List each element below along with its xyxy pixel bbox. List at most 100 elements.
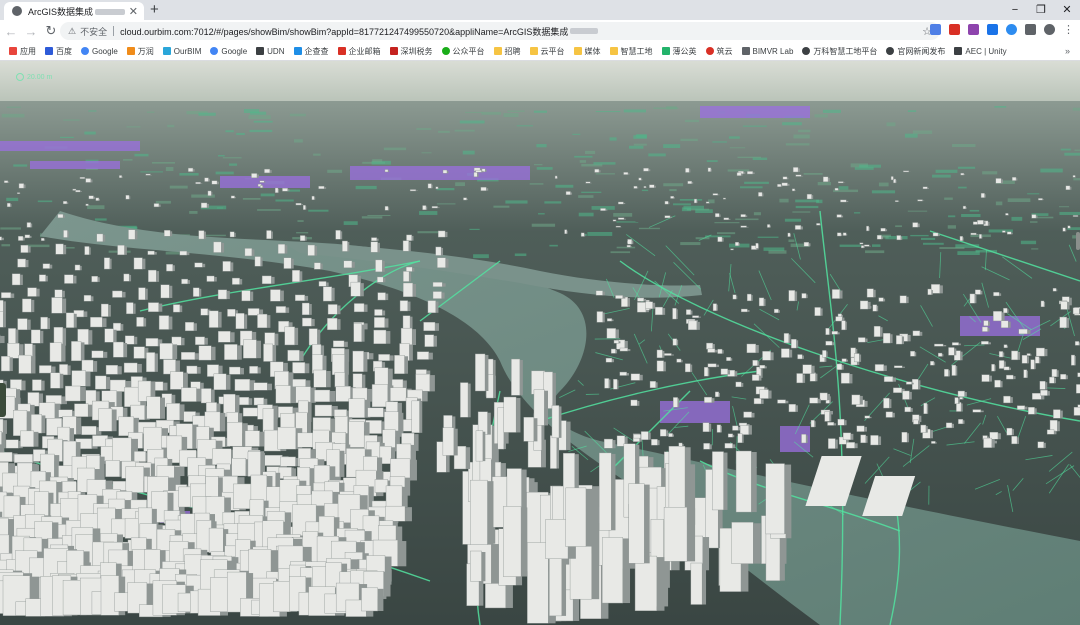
bookmark-label: 云平台 xyxy=(540,46,565,56)
building xyxy=(704,367,710,377)
bookmark-0[interactable]: 应用 xyxy=(9,46,36,57)
bookmark-18[interactable]: 万科智慧工地平台 xyxy=(802,46,877,57)
building xyxy=(824,411,832,422)
reload-button[interactable]: ↻ xyxy=(42,23,60,39)
scale-label: 20.00 m xyxy=(27,73,53,81)
building xyxy=(253,382,272,391)
building xyxy=(32,379,45,391)
building xyxy=(442,427,458,456)
extension-badge-icon[interactable] xyxy=(930,24,941,35)
bookmark-3[interactable]: 万润 xyxy=(126,46,154,57)
building xyxy=(373,329,391,344)
bookmark-9[interactable]: 深圳税务 xyxy=(389,46,433,57)
map-3d-viewport[interactable] xyxy=(0,61,1080,625)
building xyxy=(656,360,666,372)
bookmark-12[interactable]: 云平台 xyxy=(529,46,565,57)
minimize-button[interactable]: − xyxy=(1002,0,1028,20)
vegetation-patch xyxy=(792,211,811,213)
vegetation-patch xyxy=(531,223,556,227)
vegetation-patch xyxy=(593,162,616,165)
building xyxy=(244,430,265,447)
building xyxy=(814,307,823,316)
vegetation-patch xyxy=(595,111,621,113)
puzzle-icon[interactable] xyxy=(1025,24,1036,35)
building xyxy=(503,396,521,433)
building xyxy=(819,392,831,401)
bookmark-4[interactable]: OurBIM xyxy=(162,47,201,56)
building xyxy=(287,349,304,362)
purple-extension-icon[interactable] xyxy=(968,24,979,35)
building xyxy=(860,434,868,444)
browser-menu-icon[interactable]: ⋮ xyxy=(1063,23,1074,36)
vegetation-patch xyxy=(1027,193,1040,195)
scrollbar-thumb[interactable] xyxy=(1076,232,1080,250)
tab-arcgis[interactable]: ArcGIS数据集成 ✕ xyxy=(4,2,144,20)
building xyxy=(185,322,197,332)
profile-avatar-icon[interactable] xyxy=(1044,24,1055,35)
bookmark-10[interactable]: 公众平台 xyxy=(441,46,485,57)
building xyxy=(353,323,365,342)
building xyxy=(788,404,798,413)
side-panel-handle[interactable] xyxy=(0,383,6,417)
close-window-button[interactable]: ✕ xyxy=(1054,0,1080,20)
bookmark-15[interactable]: 薄公英 xyxy=(661,46,697,57)
bookmark-13[interactable]: 媒体 xyxy=(573,46,601,57)
building xyxy=(98,408,117,432)
vegetation-patch xyxy=(641,189,649,192)
vegetation-patch xyxy=(739,186,763,189)
bookmark-2[interactable]: Google xyxy=(81,47,118,56)
building xyxy=(944,369,950,377)
bookmark-1[interactable]: 百度 xyxy=(45,46,72,57)
building xyxy=(840,372,853,384)
building xyxy=(842,432,854,440)
vegetation-patch xyxy=(293,139,303,143)
restore-button[interactable]: ❐ xyxy=(1028,0,1054,20)
bookmark-19[interactable]: 官网新闻发布 xyxy=(886,46,945,57)
building xyxy=(257,313,271,329)
url-text[interactable]: cloud.ourbim.com:7012/#/pages/showBim/sh… xyxy=(120,25,568,38)
udn-shield-icon xyxy=(256,47,265,55)
vegetation-patch xyxy=(507,110,525,112)
vegetation-patch xyxy=(1,113,25,118)
vegetation-patch xyxy=(1,244,11,247)
building xyxy=(217,289,230,300)
vegetation-patch xyxy=(595,173,615,175)
city-scene[interactable] xyxy=(0,61,1080,625)
warning-icon[interactable]: ⚠ xyxy=(68,26,76,37)
bookmark-6[interactable]: UDN xyxy=(256,47,285,56)
building xyxy=(427,300,439,314)
security-label[interactable]: 不安全 xyxy=(80,25,107,38)
folder-icon xyxy=(529,47,538,55)
blue-square-extension-icon[interactable] xyxy=(987,24,998,35)
new-tab-button[interactable]: + xyxy=(150,2,159,18)
bookmark-7[interactable]: 企查查 xyxy=(293,46,329,57)
bookmark-8[interactable]: 企业邮箱 xyxy=(337,46,381,57)
vegetation-patch xyxy=(885,236,908,240)
bookmark-17[interactable]: BIMVR Lab xyxy=(741,47,793,56)
building xyxy=(1059,316,1070,328)
bookmark-14[interactable]: 智慧工地 xyxy=(609,46,653,57)
building xyxy=(374,317,389,328)
bookmark-20[interactable]: AEC | Unity xyxy=(954,47,1007,56)
vegetation-patch xyxy=(308,209,329,212)
bookmarks-more-button[interactable]: » xyxy=(1065,46,1070,56)
vegetation-patch xyxy=(969,209,980,212)
building xyxy=(226,422,248,447)
tab-close-icon[interactable]: ✕ xyxy=(129,5,138,18)
building xyxy=(860,300,871,310)
building xyxy=(123,273,132,282)
bookmark-5[interactable]: Google xyxy=(210,47,247,56)
address-bar[interactable]: ⚠ 不安全 cloud.ourbim.com:7012/#/pages/show… xyxy=(60,22,940,40)
back-button[interactable]: ← xyxy=(2,24,20,39)
vegetation-patch xyxy=(714,222,740,224)
chat-extension-icon[interactable] xyxy=(1006,24,1017,35)
pdf-icon[interactable] xyxy=(949,24,960,35)
building xyxy=(192,287,202,297)
forward-button[interactable]: → xyxy=(22,24,40,39)
bookmark-16[interactable]: 筑云 xyxy=(705,46,733,57)
bookmark-label: Google xyxy=(92,46,118,56)
bookmark-11[interactable]: 招聘 xyxy=(493,46,521,57)
building xyxy=(1039,380,1048,390)
bookmark-label: 企查查 xyxy=(304,46,329,56)
building xyxy=(213,373,231,390)
